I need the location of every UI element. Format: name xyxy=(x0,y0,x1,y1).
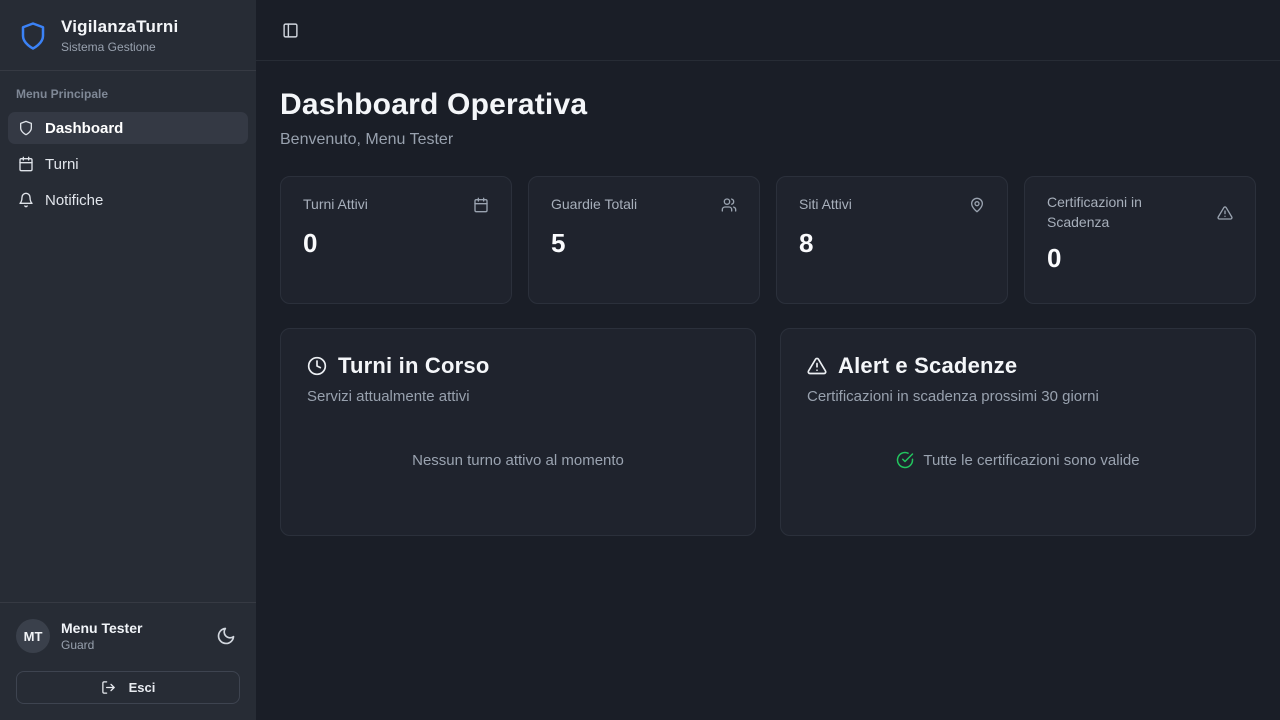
stat-value: 0 xyxy=(1047,243,1233,274)
sidebar: VigilanzaTurni Sistema Gestione Menu Pri… xyxy=(0,0,256,720)
sidebar-item-dashboard[interactable]: Dashboard xyxy=(8,112,248,144)
users-icon xyxy=(721,197,737,213)
panel-title: Turni in Corso xyxy=(338,353,490,379)
sidebar-item-label: Dashboard xyxy=(45,120,123,137)
stat-label: Certificazioni in Scadenza xyxy=(1047,193,1207,232)
calendar-icon xyxy=(473,197,489,213)
bell-icon xyxy=(18,192,34,208)
app-name: VigilanzaTurni xyxy=(61,17,178,37)
shield-icon xyxy=(18,120,34,136)
panels-grid: Turni in Corso Servizi attualmente attiv… xyxy=(280,328,1256,536)
user-name: Menu Tester xyxy=(61,620,201,636)
alert-triangle-icon xyxy=(1217,205,1233,221)
page-title: Dashboard Operativa xyxy=(280,88,1256,122)
sidebar-item-label: Turni xyxy=(45,156,79,173)
sidebar-item-label: Notifiche xyxy=(45,192,103,209)
sidebar-item-turni[interactable]: Turni xyxy=(8,148,248,180)
stat-label: Siti Attivi xyxy=(799,195,852,215)
main-nav: Menu Principale Dashboard Turni Notifich… xyxy=(0,71,256,228)
logout-button[interactable]: Esci xyxy=(16,671,240,704)
empty-state-text: Tutte le certificazioni sono valide xyxy=(923,452,1139,469)
main-area: Dashboard Operativa Benvenuto, Menu Test… xyxy=(256,0,1280,720)
user-role: Guard xyxy=(61,638,201,652)
stat-card-guardie-totali: Guardie Totali 5 xyxy=(528,176,760,304)
stat-value: 0 xyxy=(303,228,489,259)
sidebar-toggle-button[interactable] xyxy=(278,18,303,43)
stat-label: Turni Attivi xyxy=(303,195,368,215)
dashboard-content: Dashboard Operativa Benvenuto, Menu Test… xyxy=(256,61,1280,720)
check-circle-icon xyxy=(896,451,914,469)
panel-alert-scadenze: Alert e Scadenze Certificazioni in scade… xyxy=(780,328,1256,536)
panel-title: Alert e Scadenze xyxy=(838,353,1017,379)
theme-toggle-button[interactable] xyxy=(212,622,240,650)
avatar: MT xyxy=(16,619,50,653)
alert-triangle-icon xyxy=(807,356,827,376)
stat-card-certificazioni: Certificazioni in Scadenza 0 xyxy=(1024,176,1256,304)
stats-grid: Turni Attivi 0 Guardie Totali 5 xyxy=(280,176,1256,304)
shield-logo-icon xyxy=(18,21,48,51)
app-tagline: Sistema Gestione xyxy=(61,40,178,54)
stat-value: 5 xyxy=(551,228,737,259)
nav-section-label: Menu Principale xyxy=(8,87,248,101)
sidebar-footer: MT Menu Tester Guard Esci xyxy=(0,602,256,720)
sidebar-item-notifiche[interactable]: Notifiche xyxy=(8,184,248,216)
user-row: MT Menu Tester Guard xyxy=(16,619,240,653)
moon-icon xyxy=(216,626,236,646)
log-out-icon xyxy=(101,680,116,695)
calendar-icon xyxy=(18,156,34,172)
logout-label: Esci xyxy=(129,680,156,695)
topbar xyxy=(256,0,1280,61)
app-logo-block: VigilanzaTurni Sistema Gestione xyxy=(0,0,256,71)
stat-label: Guardie Totali xyxy=(551,195,637,215)
stat-card-siti-attivi: Siti Attivi 8 xyxy=(776,176,1008,304)
map-pin-icon xyxy=(969,197,985,213)
stat-value: 8 xyxy=(799,228,985,259)
clock-icon xyxy=(307,356,327,376)
page-subtitle: Benvenuto, Menu Tester xyxy=(280,131,1256,149)
stat-card-turni-attivi: Turni Attivi 0 xyxy=(280,176,512,304)
panel-turni-in-corso: Turni in Corso Servizi attualmente attiv… xyxy=(280,328,756,536)
panel-left-icon xyxy=(282,22,299,39)
panel-subtitle: Servizi attualmente attivi xyxy=(307,388,729,405)
panel-subtitle: Certificazioni in scadenza prossimi 30 g… xyxy=(807,388,1229,405)
empty-state-text: Nessun turno attivo al momento xyxy=(412,452,624,469)
